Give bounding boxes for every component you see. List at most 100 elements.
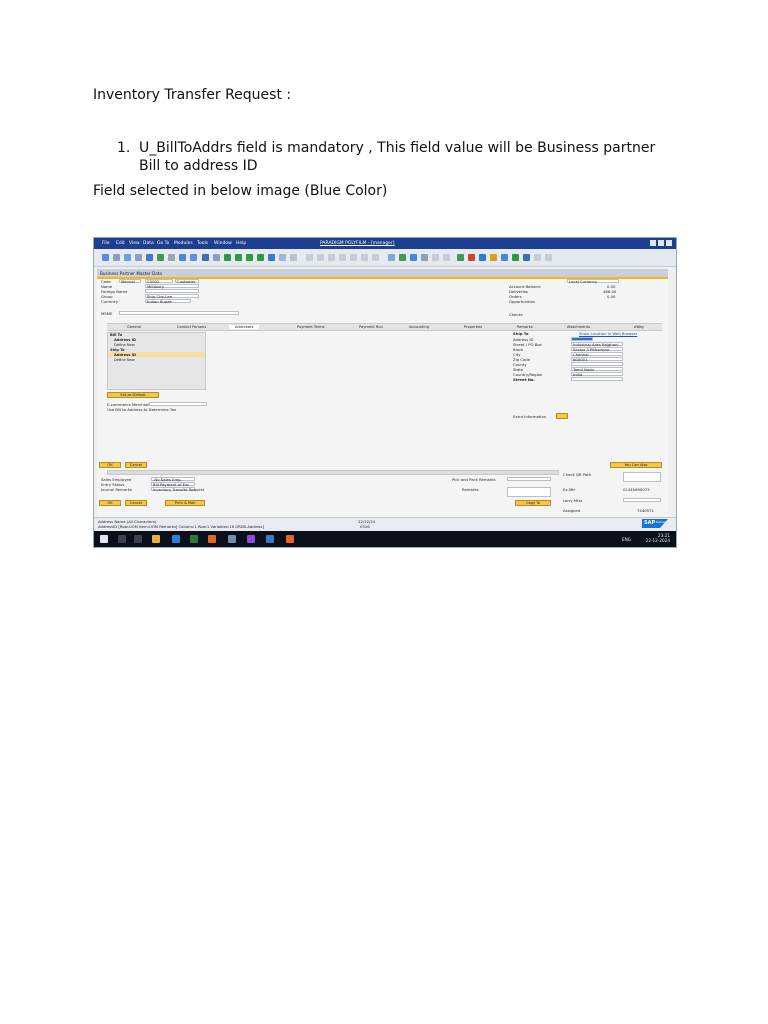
visual-studio-icon[interactable]: [247, 535, 255, 543]
users-icon[interactable]: [490, 254, 497, 261]
tree-bill-to-address[interactable]: Address ID: [114, 338, 136, 342]
pen-icon[interactable]: [388, 254, 395, 261]
foreign-name-field[interactable]: [145, 289, 199, 293]
ok-button[interactable]: OK: [99, 462, 121, 468]
journal-icon[interactable]: [361, 254, 368, 261]
msg-icon[interactable]: [443, 254, 450, 261]
filter-icon[interactable]: [279, 254, 286, 261]
minimize-icon[interactable]: [650, 240, 656, 246]
street-no-field[interactable]: [571, 377, 623, 381]
binoculars-icon[interactable]: [202, 254, 209, 261]
tab-properties[interactable]: Properties: [464, 325, 482, 329]
layout-icon[interactable]: [190, 254, 197, 261]
print-mail-button[interactable]: Print & Mail: [165, 500, 205, 506]
previous-record-icon[interactable]: [235, 254, 242, 261]
messages-icon[interactable]: [479, 254, 486, 261]
link-icon[interactable]: [350, 254, 357, 261]
tab-payment-run[interactable]: Payment Run: [359, 325, 383, 329]
excel-icon[interactable]: [157, 254, 164, 261]
form-icon[interactable]: [213, 254, 220, 261]
msme-field[interactable]: [119, 311, 239, 315]
code-field[interactable]: C0002: [145, 279, 173, 284]
zip-field[interactable]: 600001: [571, 357, 623, 362]
lower-cancel-button[interactable]: Cancel: [125, 500, 147, 506]
local-currency-select[interactable]: Local Currency: [567, 279, 619, 284]
email-icon[interactable]: [124, 254, 131, 261]
county-field[interactable]: [571, 362, 623, 366]
pick-pack-field[interactable]: [507, 477, 551, 481]
task-view-icon[interactable]: [134, 535, 142, 543]
tree-ship-to-address[interactable]: Address ID: [114, 353, 136, 357]
name-field[interactable]: Millsbury: [145, 284, 199, 289]
refresh-icon[interactable]: [268, 254, 275, 261]
app-icon-blue[interactable]: [266, 535, 274, 543]
calculator-icon[interactable]: [457, 254, 464, 261]
help-ref-icon[interactable]: [432, 254, 439, 261]
copy-to-button[interactable]: Copy To: [515, 500, 551, 506]
tab-eway[interactable]: eWay: [634, 325, 644, 329]
menu-data[interactable]: Data: [143, 241, 154, 246]
extra-info-button[interactable]: [556, 413, 568, 419]
settings-icon[interactable]: [421, 254, 428, 261]
gross-profit-icon[interactable]: [372, 254, 379, 261]
menu-modules[interactable]: Modules: [174, 241, 193, 246]
tab-general[interactable]: General: [127, 325, 141, 329]
sap-app-icon[interactable]: [190, 535, 198, 543]
menu-go-to[interactable]: Go To: [157, 241, 169, 246]
settings-list-icon[interactable]: [501, 254, 508, 261]
lower-ok-button[interactable]: OK: [99, 500, 121, 506]
next-record-icon[interactable]: [246, 254, 253, 261]
save-icon[interactable]: [146, 254, 153, 261]
menu-edit[interactable]: Edit: [116, 241, 125, 246]
language-indicator[interactable]: ENG: [622, 537, 631, 542]
chart-icon[interactable]: [410, 254, 417, 261]
menu-help[interactable]: Help: [236, 241, 246, 246]
globe-icon[interactable]: [523, 254, 530, 261]
tab-attachments[interactable]: Attachments: [567, 325, 590, 329]
bp-type-select[interactable]: Customer: [175, 279, 199, 284]
last-record-icon[interactable]: [257, 254, 264, 261]
copy-from-icon[interactable]: [328, 254, 335, 261]
tab-addresses[interactable]: Addresses: [229, 325, 260, 329]
menu-tools[interactable]: Tools: [197, 241, 208, 246]
journal-remarks-field[interactable]: Inventory Transfer Request: [151, 487, 204, 492]
remarks-field[interactable]: [507, 487, 551, 497]
copy-to-icon[interactable]: [339, 254, 346, 261]
file-explorer-icon[interactable]: [152, 535, 160, 543]
set-as-default-button[interactable]: Set as Default: [107, 392, 159, 398]
tab-accounting[interactable]: Accounting: [409, 325, 429, 329]
currency-select[interactable]: Indian Rupee: [145, 299, 191, 304]
menu-file[interactable]: File: [102, 241, 110, 246]
horizontal-scrollbar[interactable]: [107, 470, 559, 475]
tree-bill-to-define-new[interactable]: Define New: [114, 343, 135, 347]
street-field[interactable]: Industrial Area Rajghani: [571, 342, 623, 347]
close-icon[interactable]: [666, 240, 672, 246]
code-mode-select[interactable]: Manual: [119, 279, 141, 284]
doc-icon[interactable]: [168, 254, 175, 261]
document-green-icon[interactable]: [399, 254, 406, 261]
firefox-icon[interactable]: [208, 535, 216, 543]
export-icon[interactable]: [135, 254, 142, 261]
calendar-icon[interactable]: [468, 254, 475, 261]
approver-field[interactable]: [623, 498, 661, 502]
system-clock[interactable]: 23:21 22-12-2024: [646, 533, 670, 543]
print-icon[interactable]: [113, 254, 120, 261]
city-field[interactable]: Chennai: [571, 352, 623, 357]
show-location-link[interactable]: Show Location in Web Browser: [579, 331, 637, 336]
windows-start-icon[interactable]: [100, 535, 108, 543]
block-field[interactable]: Sector 3 Pithampur: [571, 347, 623, 352]
sales-employee-select[interactable]: -No Sales Emp-: [151, 477, 195, 482]
ecommerce-field[interactable]: [149, 402, 207, 406]
check-qr-field[interactable]: [623, 472, 661, 482]
menu-window[interactable]: Window: [214, 241, 232, 246]
sort-icon[interactable]: [290, 254, 297, 261]
tree-ship-to[interactable]: Ship To: [110, 348, 125, 352]
help-icon[interactable]: [545, 254, 552, 261]
restore-icon[interactable]: [658, 240, 664, 246]
tab-contact-persons[interactable]: Contact Persons: [177, 325, 206, 329]
cancel-button[interactable]: Cancel: [125, 462, 147, 468]
tab-remarks[interactable]: Remarks: [517, 325, 533, 329]
country-select[interactable]: India: [571, 372, 623, 377]
active-app-icon[interactable]: [228, 535, 236, 543]
edge-icon[interactable]: [172, 535, 180, 543]
